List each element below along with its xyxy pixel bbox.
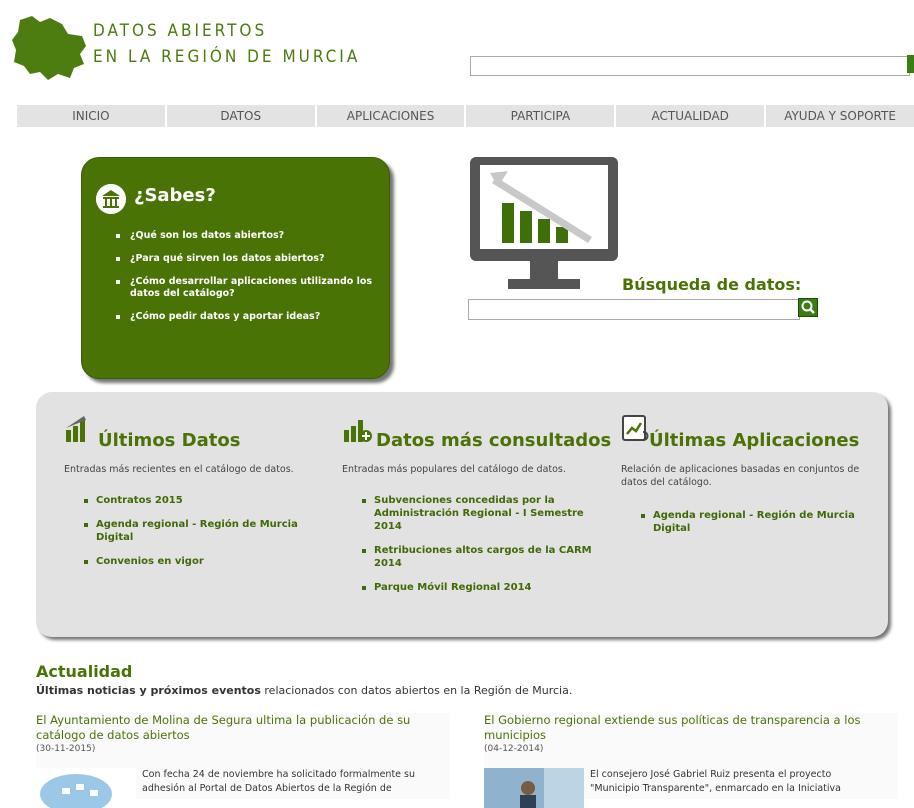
search-icon: [801, 300, 815, 314]
sabes-link[interactable]: ¿Cómo pedir datos y aportar ideas?: [116, 311, 376, 323]
nav-item-aplicaciones[interactable]: APLICACIONES: [316, 105, 465, 127]
tablet-chart-icon: [622, 415, 649, 441]
news-thumbnail[interactable]: [484, 768, 584, 808]
datos-consultados-link[interactable]: Subvenciones concedidas por la Administr…: [362, 494, 592, 533]
actualidad-title[interactable]: Actualidad: [36, 662, 132, 681]
news-item: El Gobierno regional extiende sus políti…: [484, 713, 898, 808]
sabes-link[interactable]: ¿Para qué sirven los datos abiertos?: [116, 253, 376, 265]
murcia-map-logo[interactable]: [10, 12, 88, 82]
ultimos-datos-link[interactable]: Convenios en vigor: [84, 555, 314, 568]
header-search-button[interactable]: [907, 55, 914, 73]
news-thumbnail[interactable]: [36, 768, 136, 808]
actualidad-subtitle-rest: relacionados con datos abiertos en la Re…: [260, 684, 573, 697]
nav-item-ayuda[interactable]: AYUDA Y SOPORTE: [766, 105, 914, 127]
nav-item-actualidad[interactable]: ACTUALIDAD: [616, 105, 765, 127]
actualidad-subtitle-bold: Últimas noticias y próximos eventos: [36, 684, 261, 697]
ultimas-aplicaciones-title[interactable]: Últimas Aplicaciones: [649, 430, 859, 451]
actualidad-subtitle: Últimas noticias y próximos eventos rela…: [36, 684, 572, 697]
ultimas-aplicaciones-desc: Relación de aplicaciones basadas en conj…: [621, 464, 860, 488]
sabes-box: ¿Sabes? ¿Qué son los datos abiertos? ¿Pa…: [81, 157, 390, 379]
ultimos-datos-list: Contratos 2015 Agenda regional - Región …: [84, 494, 314, 579]
datos-consultados-desc: Entradas más populares del catálogo de d…: [342, 464, 566, 475]
busqueda-datos-label: Búsqueda de datos:: [622, 275, 802, 294]
news-item: El Ayuntamiento de Molina de Segura ulti…: [36, 713, 450, 808]
bank-icon: [96, 184, 126, 214]
datos-consultados-title[interactable]: Datos más consultados: [376, 430, 611, 451]
news-title[interactable]: El Ayuntamiento de Molina de Segura ulti…: [36, 713, 450, 743]
logo-line-2: EN LA REGIÓN DE MURCIA: [93, 47, 361, 67]
ultimas-aplicaciones-link[interactable]: Agenda regional - Región de Murcia Digit…: [641, 509, 871, 535]
bar-chart-plus-icon: [344, 420, 372, 442]
nav-item-inicio[interactable]: INICIO: [17, 105, 165, 127]
bar-chart-icon: [66, 416, 86, 442]
sabes-list: ¿Qué son los datos abiertos? ¿Para qué s…: [116, 230, 376, 334]
main-nav: INICIO DATOS APLICACIONES PARTICIPA ACTU…: [17, 105, 914, 127]
datos-consultados-link[interactable]: Retribuciones altos cargos de la CARM 20…: [362, 544, 592, 570]
ultimos-datos-desc: Entradas más recientes en el catálogo de…: [64, 464, 294, 475]
news-date: (30-11-2015): [36, 744, 96, 754]
monitor-chart-illustration: [470, 157, 618, 289]
nav-item-participa[interactable]: PARTICIPA: [466, 105, 615, 127]
nav-item-datos[interactable]: DATOS: [166, 105, 315, 127]
header-search-input[interactable]: [470, 56, 910, 76]
news-date: (04-12-2014): [484, 744, 544, 754]
sabes-link[interactable]: ¿Qué son los datos abiertos?: [116, 230, 376, 242]
ultimos-datos-title[interactable]: Últimos Datos: [98, 430, 240, 451]
site-logo-text[interactable]: DATOS ABIERTOS EN LA REGIÓN DE MURCIA: [93, 18, 360, 70]
ultimos-datos-link[interactable]: Agenda regional - Región de Murcia Digit…: [84, 518, 314, 544]
busqueda-datos-button[interactable]: [798, 298, 818, 317]
news-excerpt: El consejero José Gabriel Ruiz presenta …: [590, 769, 841, 794]
busqueda-datos-input[interactable]: [468, 299, 800, 320]
datos-panel: Últimos Datos Entradas más recientes en …: [36, 392, 888, 637]
sabes-link[interactable]: ¿Cómo desarrollar aplicaciones utilizand…: [116, 276, 376, 300]
datos-consultados-link[interactable]: Parque Móvil Regional 2014: [362, 581, 592, 594]
news-title[interactable]: El Gobierno regional extiende sus políti…: [484, 713, 898, 743]
logo-line-1: DATOS ABIERTOS: [93, 21, 268, 41]
datos-consultados-list: Subvenciones concedidas por la Administr…: [362, 494, 592, 605]
news-excerpt: Con fecha 24 de noviembre ha solicitado …: [142, 769, 416, 794]
ultimos-datos-link[interactable]: Contratos 2015: [84, 494, 314, 507]
sabes-title: ¿Sabes?: [134, 185, 216, 206]
ultimas-aplicaciones-list: Agenda regional - Región de Murcia Digit…: [641, 509, 871, 546]
